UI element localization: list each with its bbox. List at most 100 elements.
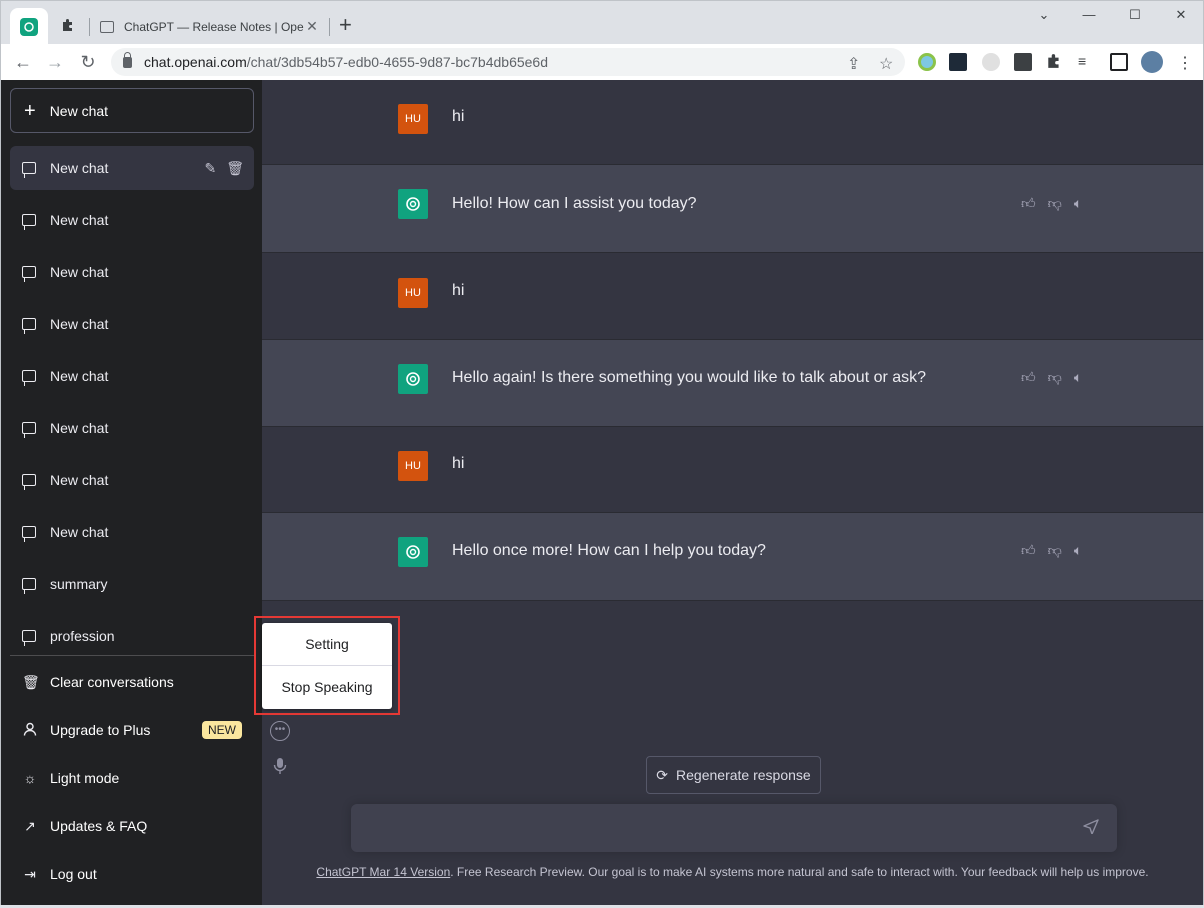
trash-icon[interactable]: 🗑	[226, 160, 244, 177]
chat-history-item[interactable]: New chat	[10, 458, 254, 502]
extensions-puzzle-icon[interactable]	[1046, 53, 1064, 71]
light-mode-button[interactable]: ☼ Light mode	[10, 756, 254, 800]
new-chat-button[interactable]: + New chat	[10, 88, 254, 133]
reload-button[interactable]: ↻	[77, 51, 99, 73]
thumbs-down-icon[interactable]: 👎︎	[1048, 542, 1062, 559]
thumbs-up-icon[interactable]: 👍︎	[1021, 195, 1036, 212]
chatgpt-logo-icon	[398, 364, 428, 394]
chat-bubble-icon	[22, 474, 36, 490]
upgrade-label: Upgrade to Plus	[50, 722, 151, 738]
footer-text: . Free Research Preview. Our goal is to …	[450, 865, 1149, 879]
minimize-button[interactable]: —	[1066, 7, 1112, 27]
refresh-icon: ⟳	[656, 766, 669, 783]
message-text: Hello! How can I assist you today?	[452, 195, 697, 212]
logout-label: Log out	[50, 866, 97, 882]
thumbs-down-icon[interactable]: 👎︎	[1048, 195, 1062, 212]
browser-menu-icon[interactable]: ⋮	[1177, 53, 1195, 72]
microphone-icon[interactable]	[270, 757, 290, 777]
chat-bubble-icon	[22, 214, 36, 230]
close-tab-icon[interactable]: ✕	[304, 18, 320, 35]
clear-conversations-button[interactable]: 🗑 Clear conversations	[10, 660, 254, 704]
chat-history-item[interactable]: New chat ✎ 🗑	[10, 146, 254, 190]
updates-faq-link[interactable]: ↗ Updates & FAQ	[10, 804, 254, 848]
url-path: /chat/3db54b57-edb0-4655-9d87-bc7b4db65e…	[246, 54, 548, 70]
logout-button[interactable]: ⇥ Log out	[10, 852, 254, 896]
profile-avatar[interactable]	[1141, 51, 1163, 73]
more-options-icon[interactable]: •••	[270, 721, 290, 741]
stop-speaking-menu-item[interactable]: Stop Speaking	[262, 665, 392, 707]
speaker-icon[interactable]: 🔈︎	[1074, 369, 1082, 386]
chat-history-label: New chat	[50, 160, 109, 176]
tab-title: ChatGPT — Release Notes | Oper	[124, 19, 304, 34]
upgrade-to-plus-button[interactable]: Upgrade to Plus NEW	[10, 708, 254, 752]
clear-conversations-label: Clear conversations	[50, 674, 174, 690]
close-window-button[interactable]: ✕	[1158, 7, 1204, 27]
thumbs-down-icon[interactable]: 👎︎	[1048, 369, 1062, 386]
tab-extensions-pinned[interactable]	[49, 8, 87, 45]
new-tab-button[interactable]: +	[339, 14, 352, 36]
chat-bubble-icon	[22, 266, 36, 282]
thumbs-up-icon[interactable]: 👍︎	[1021, 369, 1036, 386]
thumbs-up-icon[interactable]: 👍︎	[1021, 542, 1036, 559]
assistant-message: Hello again! Is there something you woul…	[262, 340, 1203, 427]
chat-history-label: summary	[50, 576, 108, 592]
chat-bubble-icon	[22, 370, 36, 386]
chatgpt-logo-icon	[398, 189, 428, 219]
chat-history-item[interactable]: profession	[10, 614, 254, 658]
user-icon	[22, 722, 38, 739]
light-mode-label: Light mode	[50, 770, 120, 786]
chat-history-item[interactable]: New chat	[10, 406, 254, 450]
chat-history-label: New chat	[50, 264, 109, 280]
maximize-button[interactable]: ☐	[1112, 7, 1158, 27]
updates-faq-label: Updates & FAQ	[50, 818, 148, 834]
assistant-message: Hello once more! How can I help you toda…	[262, 513, 1203, 601]
chat-history-item[interactable]: summary	[10, 562, 254, 606]
user-message: HU hi	[262, 253, 1203, 340]
tab-chatgpt-pinned[interactable]	[10, 8, 48, 45]
chat-bubble-icon	[22, 422, 36, 438]
send-icon[interactable]	[1083, 818, 1099, 839]
chat-history-label: New chat	[50, 316, 109, 332]
message-text: Hello once more! How can I help you toda…	[452, 542, 766, 559]
user-message: HU hi	[262, 80, 1203, 165]
message-input[interactable]	[351, 804, 1117, 852]
chat-history-item[interactable]: New chat	[10, 354, 254, 398]
forward-button[interactable]: →	[44, 51, 66, 73]
back-button[interactable]: ←	[12, 51, 34, 73]
chat-bubble-icon	[22, 162, 36, 178]
tab-separator	[89, 18, 90, 36]
bookmark-star-icon[interactable]: ☆	[879, 54, 893, 74]
side-panel-icon[interactable]	[1110, 53, 1128, 71]
chat-history-label: profession	[50, 628, 115, 644]
address-bar[interactable]: chat.openai.com/chat/3db54b57-edb0-4655-…	[111, 48, 905, 76]
extension-moon-icon[interactable]	[982, 53, 1000, 71]
edit-pencil-icon[interactable]: ✎	[204, 160, 216, 177]
extension-globe-icon[interactable]	[918, 53, 936, 71]
chat-history-item[interactable]: New chat	[10, 510, 254, 554]
chat-history-item[interactable]: New chat	[10, 302, 254, 346]
chatgpt-app: + New chat New chat ✎ 🗑 New chat New cha…	[0, 80, 1204, 905]
lock-icon	[123, 51, 132, 68]
tab-release-notes[interactable]: ChatGPT — Release Notes | Oper ✕	[92, 8, 328, 45]
setting-menu-item[interactable]: Setting	[262, 623, 392, 665]
sidebar-divider	[10, 655, 254, 656]
user-message: HU hi	[262, 427, 1203, 513]
new-chat-label: New chat	[49, 102, 109, 119]
regenerate-response-button[interactable]: ⟳ Regenerate response	[646, 756, 821, 794]
tab-search-icon[interactable]: ⌄	[1021, 7, 1067, 27]
chat-bubble-icon	[22, 578, 36, 594]
chat-bubble-icon	[22, 318, 36, 334]
extension-terminal-icon[interactable]	[1014, 53, 1032, 71]
speaker-icon[interactable]: 🔈︎	[1074, 195, 1082, 212]
chat-history-label: New chat	[50, 524, 109, 540]
speaker-icon[interactable]: 🔈︎	[1074, 542, 1082, 559]
share-icon[interactable]: ⇪	[847, 54, 860, 74]
reading-list-icon[interactable]: ≡	[1078, 53, 1096, 71]
message-text: hi	[452, 282, 465, 299]
extension-screen-icon[interactable]	[949, 53, 967, 71]
chat-history-item[interactable]: New chat	[10, 198, 254, 242]
speech-popup-menu: Setting Stop Speaking	[262, 623, 392, 709]
version-link[interactable]: ChatGPT Mar 14 Version	[316, 865, 450, 879]
chat-history-item[interactable]: New chat	[10, 250, 254, 294]
chat-history-label: New chat	[50, 420, 109, 436]
